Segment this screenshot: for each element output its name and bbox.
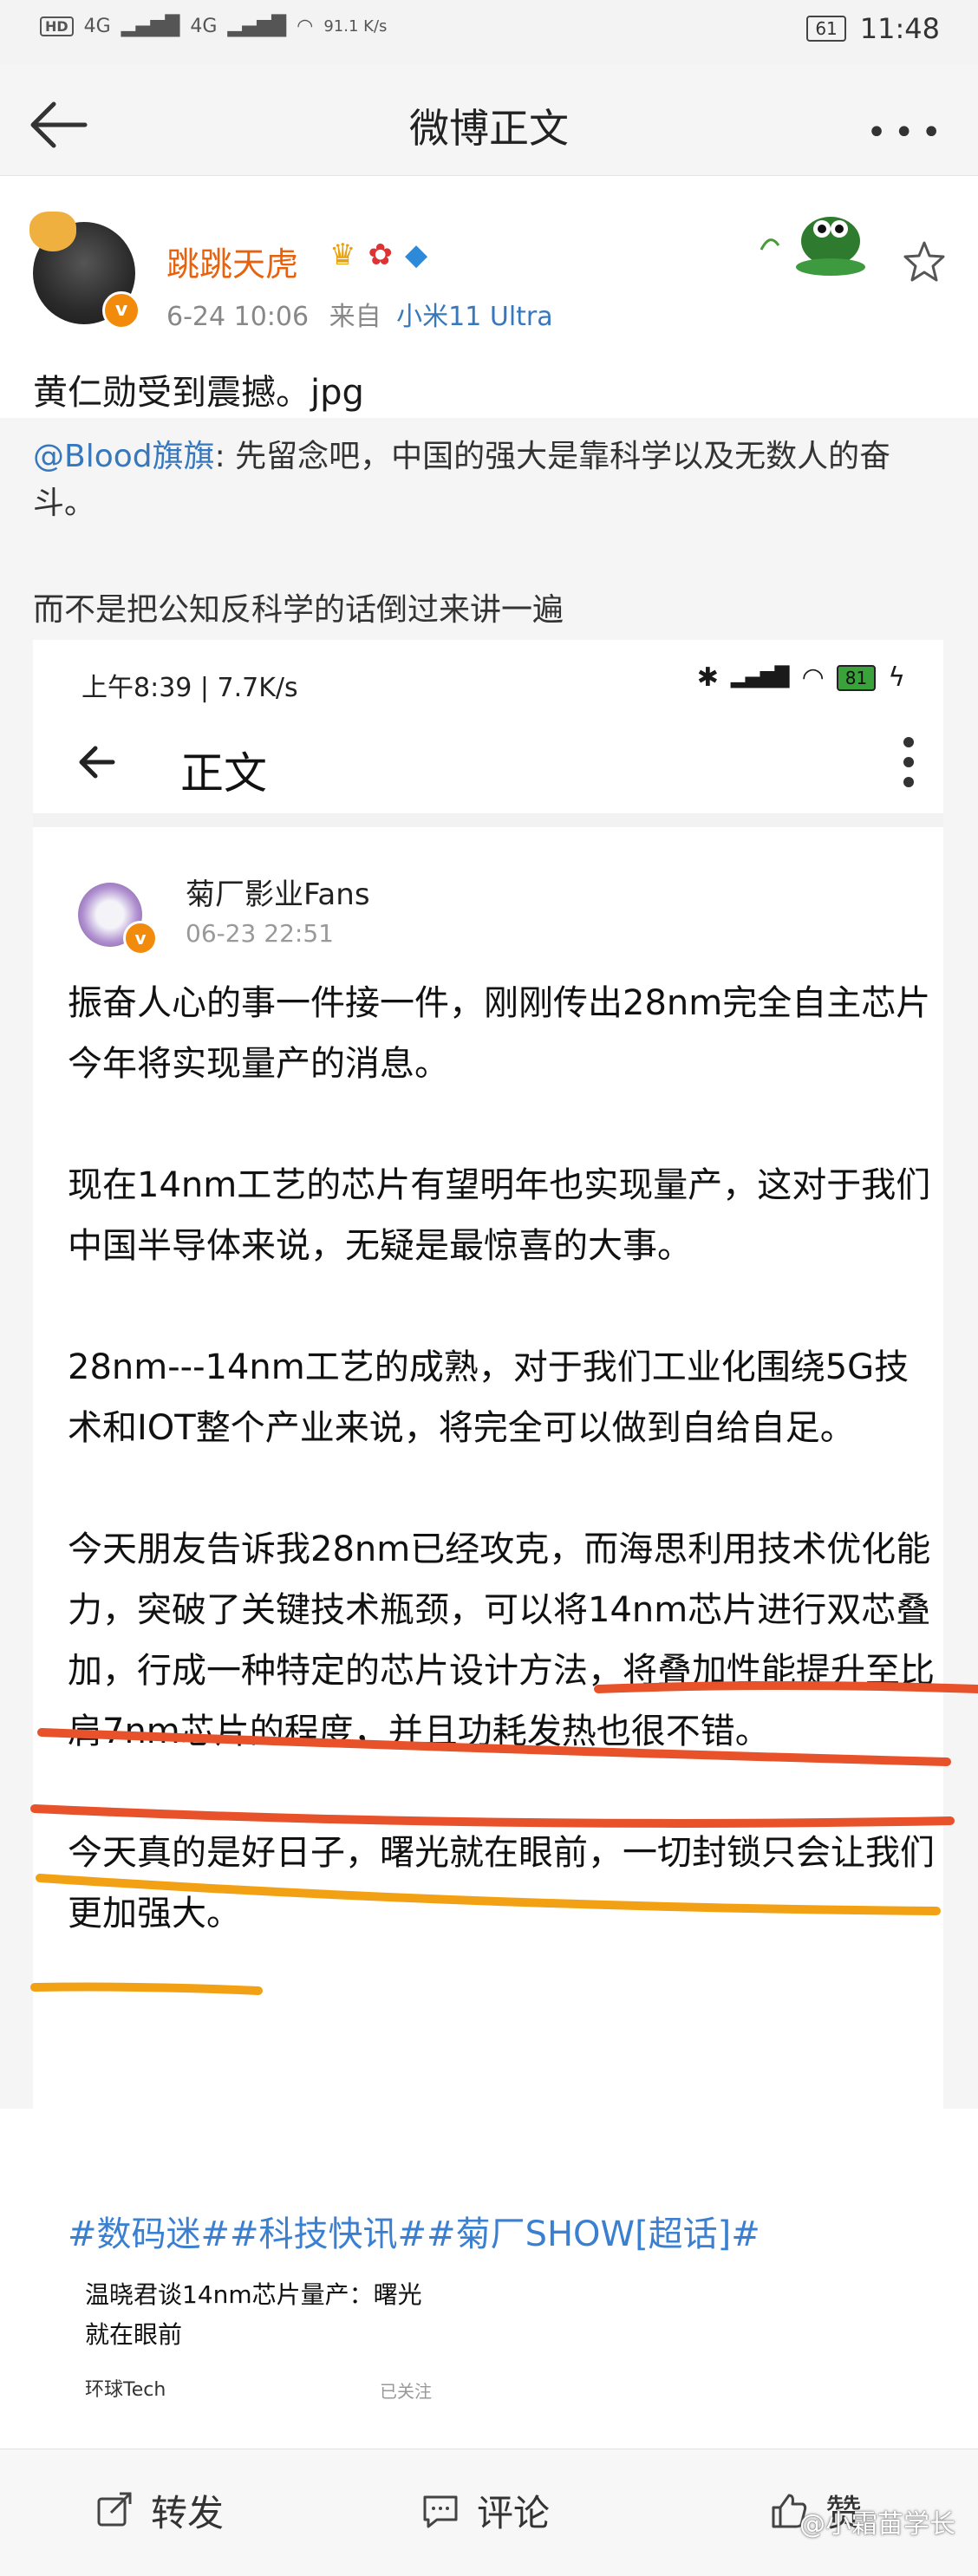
repost-icon [97, 2492, 132, 2526]
repost-button[interactable]: 转发 [94, 2484, 224, 2537]
red-underline-1 [594, 1681, 978, 1693]
highlight-annotations [30, 1681, 978, 1995]
comment-label: 评论 [477, 2492, 551, 2534]
orange-underline-2 [30, 1982, 263, 1995]
orange-underline-1 [36, 1874, 941, 1915]
red-underline-2 [37, 1728, 951, 1766]
comment-button[interactable]: 评论 [420, 2484, 550, 2537]
repost-label: 转发 [151, 2492, 225, 2534]
red-underline-3 [30, 1804, 955, 1828]
comment-icon [423, 2495, 458, 2527]
watermark: @小霜苗学长 [799, 2509, 955, 2540]
